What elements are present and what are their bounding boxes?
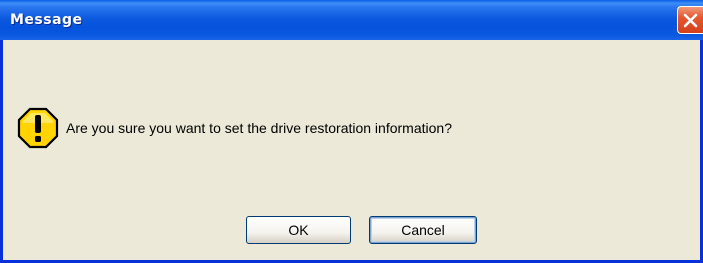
warning-icon	[17, 107, 59, 149]
title-bar[interactable]: Message	[0, 0, 703, 40]
window-title: Message	[10, 12, 83, 28]
close-button[interactable]	[677, 6, 703, 34]
message-dialog: Message Are you sure you want to set the…	[0, 0, 703, 263]
ok-button[interactable]: OK	[246, 216, 351, 244]
message-text: Are you sure you want to set the drive r…	[66, 120, 452, 136]
close-icon	[683, 13, 698, 28]
dialog-body: Are you sure you want to set the drive r…	[3, 40, 700, 260]
cancel-button[interactable]: Cancel	[369, 216, 477, 244]
